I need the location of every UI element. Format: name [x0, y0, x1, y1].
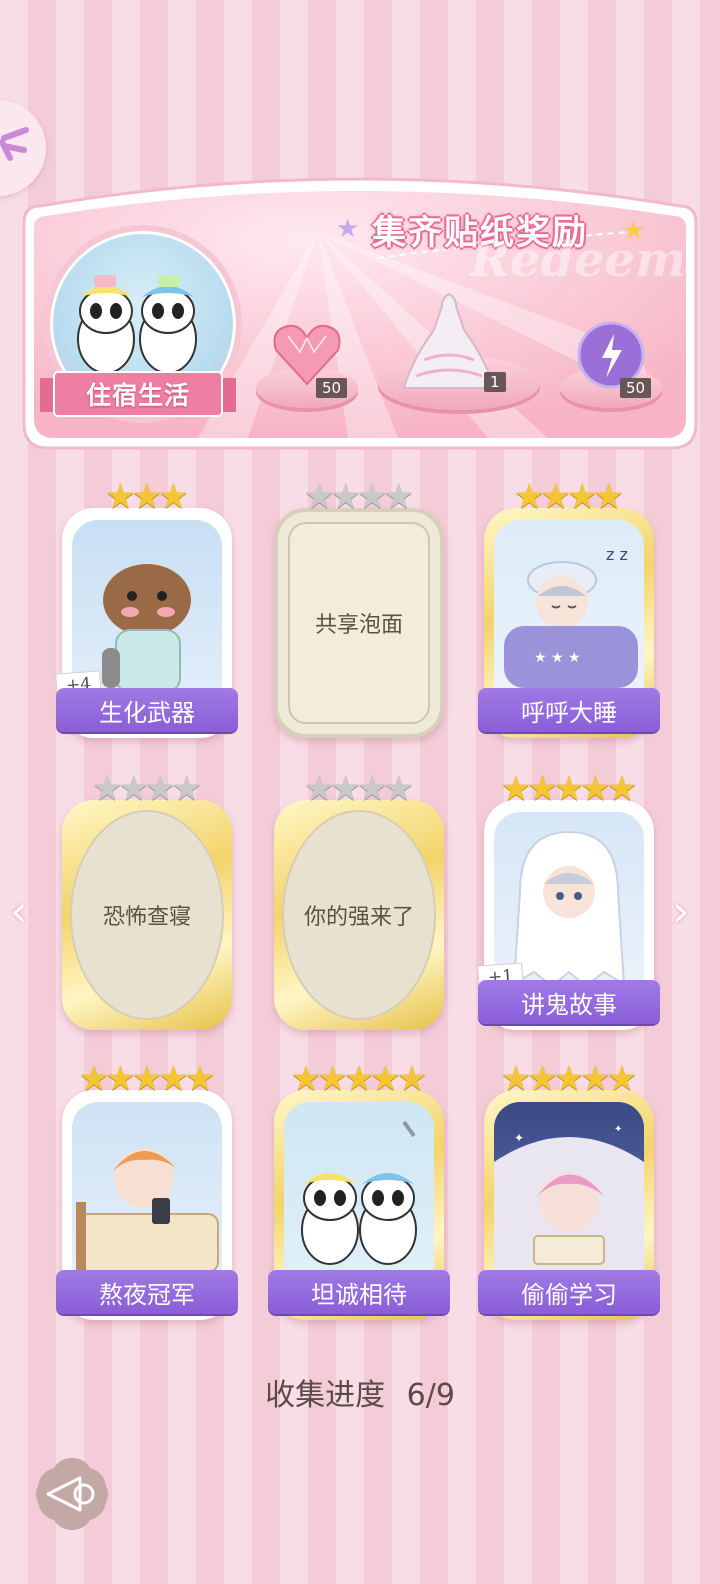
reward-qty: 1	[484, 372, 506, 392]
menu-fan-icon	[0, 127, 29, 161]
card-title: 偷偷学习	[478, 1270, 660, 1314]
sticker-card-locked[interactable]: 共享泡面 ★ ★ ★ ★	[274, 480, 444, 738]
star-rating: ★ ★ ★ ★	[92, 769, 202, 809]
card-title: 恐怖查寝	[102, 905, 191, 930]
progress-label: 收集进度	[265, 1378, 386, 1413]
star-rating: ★ ★ ★ ★ ★	[290, 1059, 428, 1099]
star-rating: ★ ★ ★	[105, 477, 189, 517]
star-rating: ★ ★ ★ ★ ★	[500, 1059, 638, 1099]
card-title: 你的强来了	[303, 905, 414, 930]
sticker-card-locked[interactable]: 你的强来了 ★ ★ ★ ★	[274, 772, 444, 1030]
star-rating: ★ ★ ★ ★ ★	[500, 769, 638, 809]
star-rating: ★ ★ ★ ★	[514, 477, 624, 517]
card-title: 呼呼大睡	[478, 688, 660, 732]
card-title: 坦诚相待	[268, 1270, 450, 1314]
theme-label: 住宿生活	[85, 381, 190, 410]
prev-page-arrow-icon[interactable]: ‹	[10, 886, 28, 937]
star-rating: ★ ★ ★ ★	[304, 769, 414, 809]
collection-progress: 收集进度 6/9	[0, 1370, 720, 1414]
reward-qty: 50	[620, 378, 652, 398]
reward-qty: 50	[316, 378, 348, 398]
card-title: 讲鬼故事	[478, 980, 660, 1024]
card-title: 共享泡面	[314, 613, 403, 638]
sticker-card[interactable]: ★ ★ ★ +4 生化武器	[55, 480, 238, 738]
card-title: 生化武器	[56, 688, 238, 732]
svg-text:z z: z z	[606, 545, 628, 564]
svg-text:✦: ✦	[614, 1124, 622, 1135]
sticker-card[interactable]: ★ ★ ★ ★ ★ 坦诚相待	[268, 1062, 450, 1320]
star-rating: ★ ★ ★ ★	[304, 477, 414, 517]
sticker-card[interactable]: ★ ★ ★ ★ ★ 熬夜冠军	[56, 1062, 238, 1320]
progress-value: 6/9	[406, 1378, 455, 1413]
svg-text:✦: ✦	[514, 1131, 524, 1145]
svg-text:★ ★ ★: ★ ★ ★	[534, 650, 581, 666]
star-decor-icon: ★	[336, 214, 360, 244]
banner-watermark: Redeem	[470, 232, 686, 288]
sticker-card[interactable]: ✦ ✦ ★ ★ ★ ★ ★ 偷偷学习	[478, 1062, 660, 1320]
back-button[interactable]	[34, 1456, 110, 1532]
next-page-arrow-icon[interactable]: ›	[672, 886, 690, 937]
sticker-card-locked[interactable]: 恐怖查寝 ★ ★ ★ ★	[62, 772, 232, 1030]
panda-icon	[77, 275, 135, 374]
sticker-card[interactable]: ★ ★ ★ ★ ★ +1 讲鬼故事	[477, 772, 660, 1030]
sticker-card[interactable]: ★ ★ ★ z z ★ ★ ★ ★ 呼呼大睡	[478, 480, 660, 738]
card-title: 熬夜冠军	[56, 1270, 238, 1314]
star-rating: ★ ★ ★ ★ ★	[78, 1059, 216, 1099]
